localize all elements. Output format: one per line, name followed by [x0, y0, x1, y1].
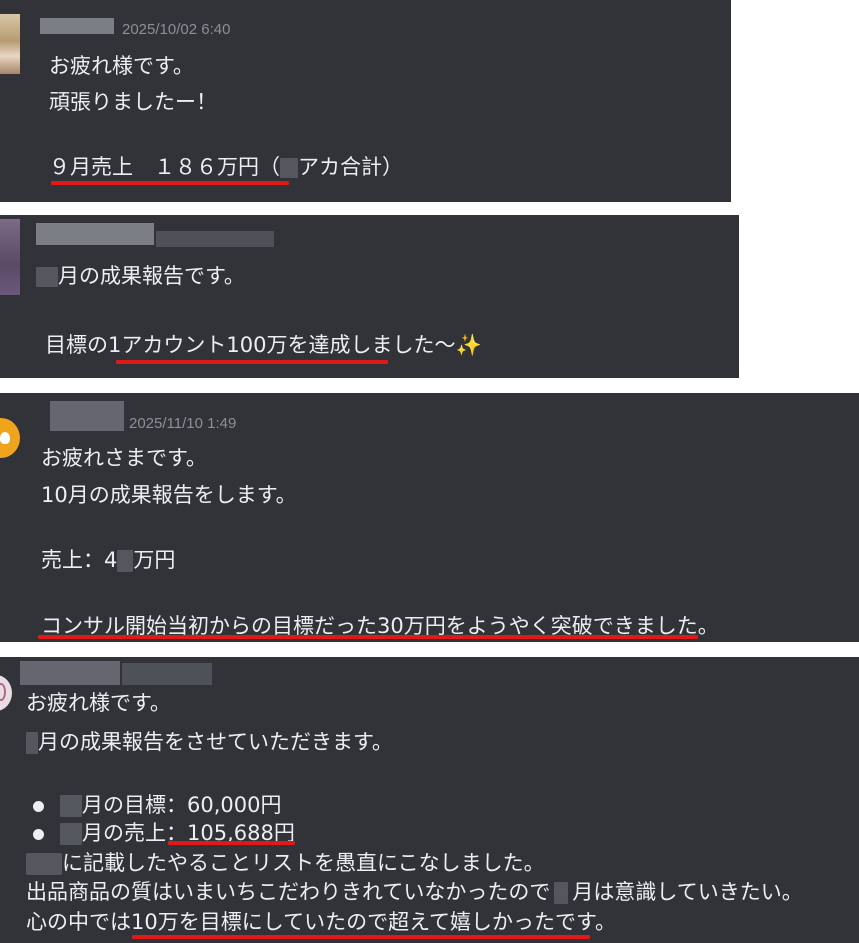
- sales-text: 売上：4: [41, 548, 118, 572]
- sales-highlight-suffix: アカ合計）: [298, 155, 403, 179]
- redacted-username-extra: [156, 231, 274, 247]
- quality-line: 出品商品の質はいまいちこだわりきれていなかったので 月は意識していきたい。: [26, 876, 803, 906]
- sales-highlight-text: ９月売上 １８６万円（: [49, 155, 280, 179]
- redacted-text: [117, 550, 134, 572]
- message-timestamp: 2025/10/02 6:40: [122, 21, 231, 38]
- bullet-icon: [33, 800, 44, 812]
- red-underline: [116, 360, 388, 364]
- user-avatar[interactable]: [0, 675, 12, 711]
- sales-line: 売上：4 万円: [41, 544, 175, 574]
- goal-amount: 月の目標：60,000円: [82, 793, 282, 817]
- redacted-text: [554, 882, 569, 904]
- redacted-text: [26, 732, 38, 754]
- redacted-text: [36, 267, 58, 287]
- red-underline: [132, 935, 590, 939]
- avatar-glyph-icon: [0, 432, 10, 444]
- user-avatar[interactable]: [0, 418, 20, 458]
- todo-line: に記載したやることリストを愚直にこなしました。: [26, 847, 545, 877]
- sales-unit: 万円: [133, 548, 176, 572]
- user-avatar[interactable]: [0, 219, 20, 295]
- report-line: 月の成果報告をさせていただきます。: [26, 726, 393, 756]
- redacted-username[interactable]: [50, 401, 124, 431]
- message-card-1: 2025/10/02 6:40 お疲れ様です。 頑張りましたー！ ９月売上 １８…: [0, 0, 731, 202]
- red-underline: [38, 635, 698, 639]
- message-card-3: 2025/11/10 1:49 お疲れさまです。 10月の成果報告をします。 売…: [0, 393, 859, 642]
- message-text-line: お疲れさまです。: [41, 446, 207, 470]
- report-text: 月の成果報告です。: [58, 264, 245, 288]
- redacted-text: [60, 795, 82, 817]
- goal-line: 目標の1アカウント100万を達成しました〜✨: [45, 329, 482, 359]
- quality-text-end: 月は意識していきたい。: [572, 880, 803, 904]
- sparkles-icon: ✨: [455, 333, 482, 357]
- heart-line: 心の中では10万を目標にしていたので超えて嬉しかったです。: [26, 910, 616, 934]
- bullet-icon: [33, 828, 44, 840]
- redacted-username[interactable]: [36, 223, 154, 245]
- message-text-line: 頑張りましたー！: [49, 90, 217, 114]
- redacted-username[interactable]: [20, 661, 120, 685]
- quality-text: 出品商品の質はいまいちこだわりきれていなかったので: [26, 880, 551, 904]
- redacted-username[interactable]: [40, 18, 114, 34]
- message-text-line: お疲れ様です。: [49, 54, 194, 78]
- greeting-line: お疲れ様です。: [26, 691, 171, 715]
- goal-text: 目標の1アカウント100万を達成しました〜: [45, 333, 456, 357]
- message-card-2: 月の成果報告です。 目標の1アカウント100万を達成しました〜✨: [0, 215, 739, 378]
- redacted-username-extra: [122, 663, 212, 685]
- message-text-line: 10月の成果報告をします。: [41, 483, 297, 507]
- todo-text: に記載したやることリストを愚直にこなしました。: [62, 851, 545, 875]
- redacted-text: [280, 158, 298, 178]
- user-avatar[interactable]: [0, 14, 20, 74]
- report-line: 月の成果報告です。: [36, 260, 245, 290]
- avatar-glyph-icon: [0, 683, 6, 701]
- message-card-4: お疲れ様です。 月の成果報告をさせていただきます。 月の目標：60,000円 月…: [0, 657, 859, 943]
- red-underline: [51, 181, 289, 185]
- message-timestamp: 2025/11/10 1:49: [129, 415, 237, 432]
- red-underline: [168, 841, 295, 845]
- redacted-text: [60, 823, 82, 845]
- redacted-text: [26, 853, 62, 875]
- sales-highlight-line: ９月売上 １８６万円（ アカ合計）: [49, 151, 403, 181]
- list-item: 月の目標：60,000円: [33, 789, 281, 819]
- report-text: 月の成果報告をさせていただきます。: [38, 730, 393, 754]
